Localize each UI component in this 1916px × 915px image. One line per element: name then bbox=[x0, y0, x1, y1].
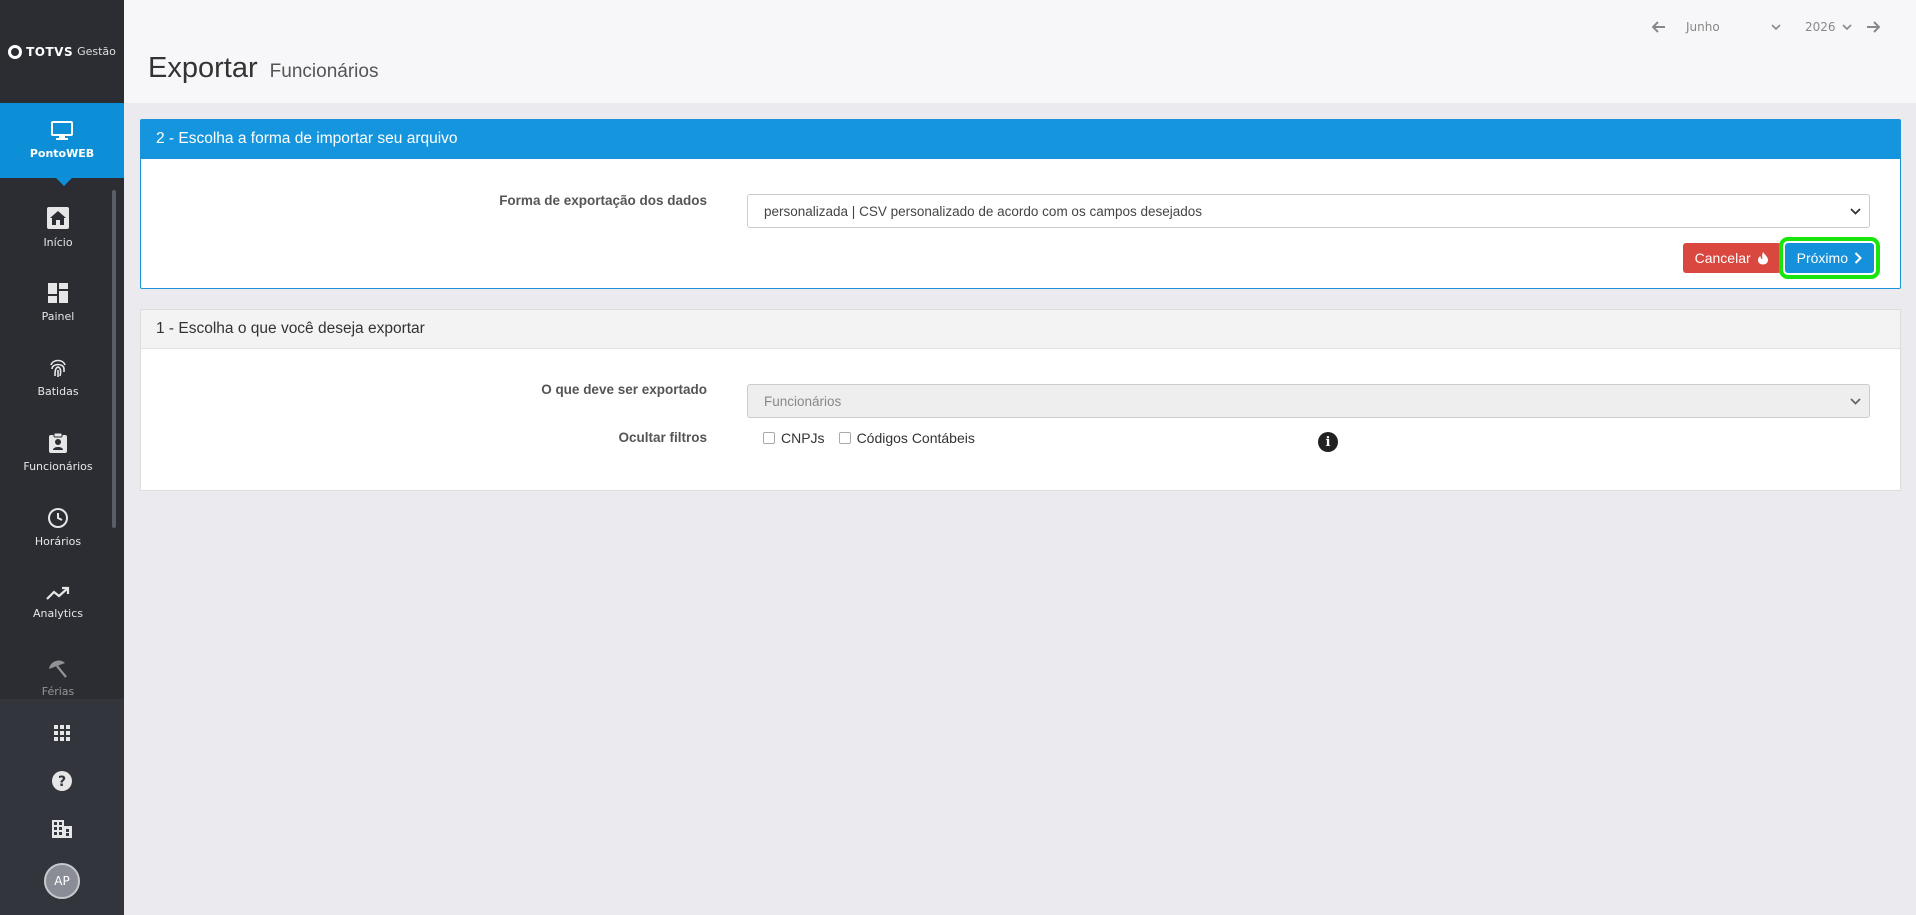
sidebar-item-analytics[interactable]: Analytics bbox=[0, 565, 116, 640]
next-label: Próximo bbox=[1796, 250, 1848, 266]
checkbox-label: CNPJs bbox=[781, 430, 825, 446]
sidebar-tools: ? AP bbox=[0, 699, 124, 915]
sidebar-item-label: Analytics bbox=[33, 607, 83, 620]
arrow-left-icon[interactable] bbox=[1652, 21, 1666, 33]
chevron-down-icon bbox=[1850, 397, 1861, 405]
cancel-button[interactable]: Cancelar bbox=[1682, 243, 1781, 273]
chevron-down-icon bbox=[1771, 24, 1781, 30]
export-target-select: Funcionários bbox=[747, 384, 1870, 418]
checkbox-box[interactable] bbox=[838, 432, 851, 444]
page-header: Exportar Funcionários Junho 2026 bbox=[124, 0, 1916, 103]
panel-title: 2 - Escolha a forma de importar seu arqu… bbox=[141, 120, 1900, 159]
checkbox-box[interactable] bbox=[763, 432, 775, 444]
hide-filters-checkboxes: CNPJs Códigos Contábeis bbox=[763, 430, 975, 446]
hide-filters-label: Ocultar filtros bbox=[618, 430, 707, 445]
product-label: PontoWEB bbox=[29, 147, 95, 160]
sidebar-item-label: Início bbox=[43, 236, 73, 249]
help-icon: ? bbox=[52, 771, 72, 791]
export-format-select[interactable]: personalizada | CSV personalizado de aco… bbox=[747, 194, 1870, 228]
trending-icon bbox=[46, 586, 70, 600]
page-title: Exportar Funcionários bbox=[148, 52, 378, 85]
sidebar-item-batidas[interactable]: Batidas bbox=[0, 340, 116, 415]
brand-logo[interactable]: TOTVS Gestão bbox=[0, 0, 124, 103]
sidebar: TOTVS Gestão PontoWEB Início Painel Bati… bbox=[0, 0, 124, 915]
sidebar-item-ferias[interactable]: Férias bbox=[0, 640, 116, 696]
export-target-panel: 1 - Escolha o que você deseja exportar O… bbox=[140, 309, 1901, 491]
apps-grid-icon bbox=[54, 725, 70, 741]
arrow-right-icon[interactable] bbox=[1866, 21, 1880, 33]
next-button[interactable]: Próximo bbox=[1778, 237, 1881, 279]
clock-icon bbox=[48, 508, 68, 528]
building-icon bbox=[52, 820, 72, 838]
svg-text:?: ? bbox=[58, 774, 66, 790]
brand-suffix: Gestão bbox=[77, 45, 116, 58]
chevron-down-icon bbox=[1850, 207, 1861, 215]
brand-name: TOTVS bbox=[26, 44, 74, 59]
apps-grid-button[interactable] bbox=[47, 719, 77, 747]
year-select[interactable]: 2026 bbox=[1801, 20, 1856, 34]
export-target-label: O que deve ser exportado bbox=[541, 382, 707, 397]
avatar[interactable]: AP bbox=[44, 863, 80, 899]
sidebar-item-inicio[interactable]: Início bbox=[0, 190, 116, 265]
sidebar-item-label: Funcionários bbox=[23, 460, 93, 473]
fingerprint-icon bbox=[50, 359, 66, 377]
sidebar-item-label: Painel bbox=[41, 310, 75, 323]
panel-actions: Cancelar Próximo bbox=[1682, 237, 1881, 279]
sidebar-item-funcionarios[interactable]: Funcionários bbox=[0, 415, 116, 490]
totvs-logo-icon bbox=[8, 44, 23, 59]
home-icon bbox=[47, 207, 69, 229]
sidebar-item-label: Férias bbox=[41, 685, 75, 696]
year-value: 2026 bbox=[1805, 20, 1836, 34]
export-format-panel: 2 - Escolha a forma de importar seu arqu… bbox=[140, 119, 1901, 289]
hide-filters-row: Ocultar filtros bbox=[141, 430, 1900, 445]
sidebar-scrollbar[interactable] bbox=[112, 190, 116, 528]
company-button[interactable] bbox=[47, 815, 77, 843]
month-select[interactable]: Junho bbox=[1676, 20, 1791, 34]
period-selector: Junho 2026 bbox=[1652, 20, 1880, 34]
export-format-value: personalizada | CSV personalizado de aco… bbox=[764, 203, 1203, 219]
page-title-main: Exportar bbox=[148, 52, 258, 84]
info-icon[interactable]: i bbox=[1318, 432, 1338, 452]
sidebar-item-label: Horários bbox=[34, 535, 82, 548]
sidebar-item-label: Batidas bbox=[37, 385, 79, 398]
badge-icon bbox=[49, 432, 67, 453]
month-value: Junho bbox=[1686, 20, 1720, 34]
umbrella-icon bbox=[49, 660, 67, 678]
checkbox-cnpjs[interactable]: CNPJs bbox=[763, 430, 825, 446]
export-target-value: Funcionários bbox=[764, 393, 842, 409]
fire-icon bbox=[1757, 252, 1768, 265]
monitor-icon bbox=[51, 121, 73, 140]
product-pontoweb[interactable]: PontoWEB bbox=[0, 103, 124, 186]
panel-title: 1 - Escolha o que você deseja exportar bbox=[141, 310, 1900, 349]
chevron-down-icon bbox=[1842, 24, 1852, 30]
cancel-label: Cancelar bbox=[1694, 250, 1751, 266]
chevron-right-icon bbox=[1854, 252, 1862, 264]
export-format-label: Forma de exportação dos dados bbox=[499, 193, 707, 208]
sidebar-nav: Início Painel Batidas Funcionários Horár… bbox=[0, 190, 116, 696]
checkbox-codigos-contabeis[interactable]: Códigos Contábeis bbox=[838, 430, 975, 446]
sidebar-item-horarios[interactable]: Horários bbox=[0, 490, 116, 565]
sidebar-item-painel[interactable]: Painel bbox=[0, 265, 116, 340]
help-button[interactable]: ? bbox=[47, 767, 77, 795]
page-subtitle: Funcionários bbox=[269, 61, 379, 82]
dashboard-icon bbox=[48, 283, 68, 303]
checkbox-label: Códigos Contábeis bbox=[856, 430, 975, 446]
